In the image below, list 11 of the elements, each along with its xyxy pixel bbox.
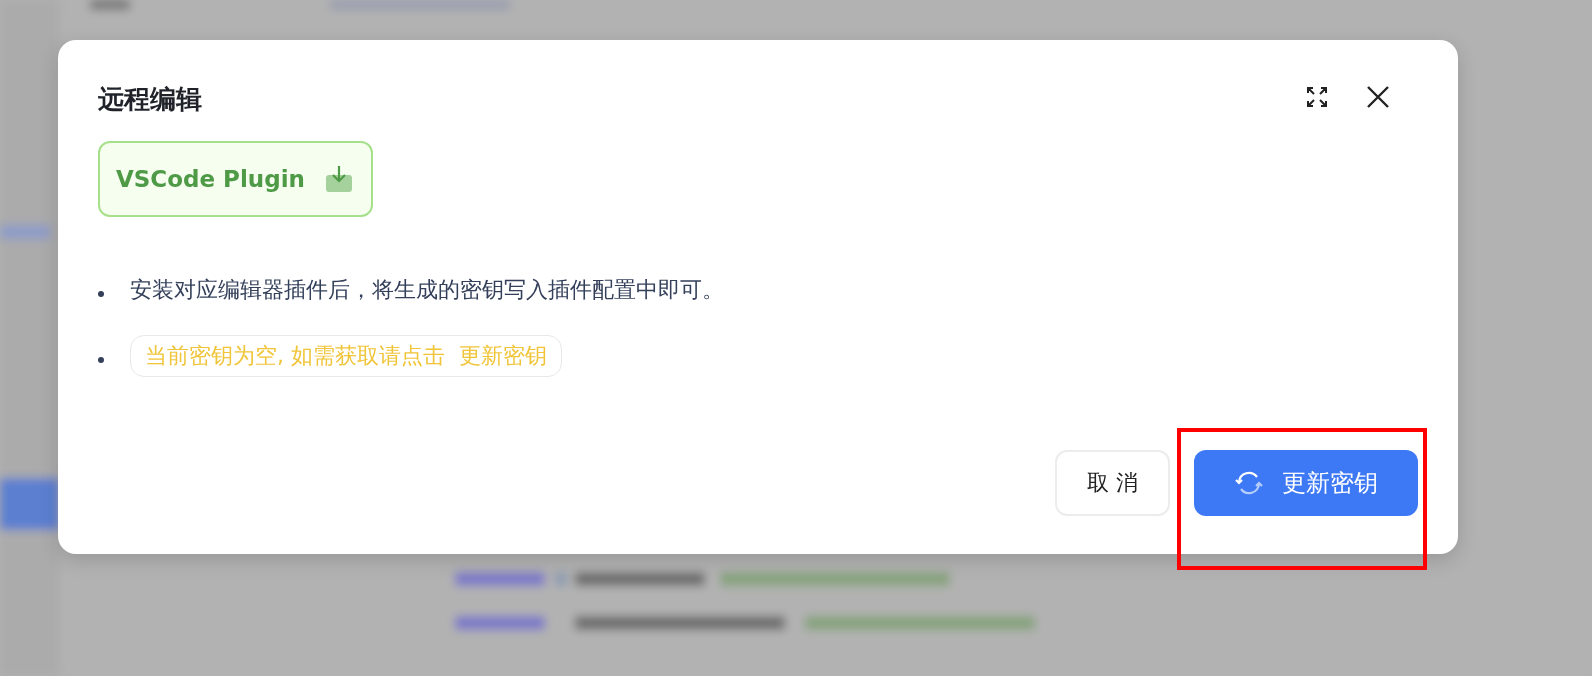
fullscreen-icon[interactable] [1306,85,1328,108]
warning-tag: 当前密钥为空, 如需获取请点击 更新密钥 [130,335,562,377]
dialog-title: 远程编辑 [98,83,202,116]
plugin-download-button[interactable]: VSCode Plugin [98,141,373,217]
refresh-key-button[interactable]: 更新密钥 [1194,450,1418,516]
close-icon[interactable] [1366,84,1390,109]
cancel-button[interactable]: 取 消 [1055,450,1170,516]
bullet-icon [98,357,104,363]
instruction-text: 安装对应编辑器插件后，将生成的密钥写入插件配置中即可。 [130,276,724,304]
bullet-icon [98,291,104,297]
download-icon [324,165,353,193]
